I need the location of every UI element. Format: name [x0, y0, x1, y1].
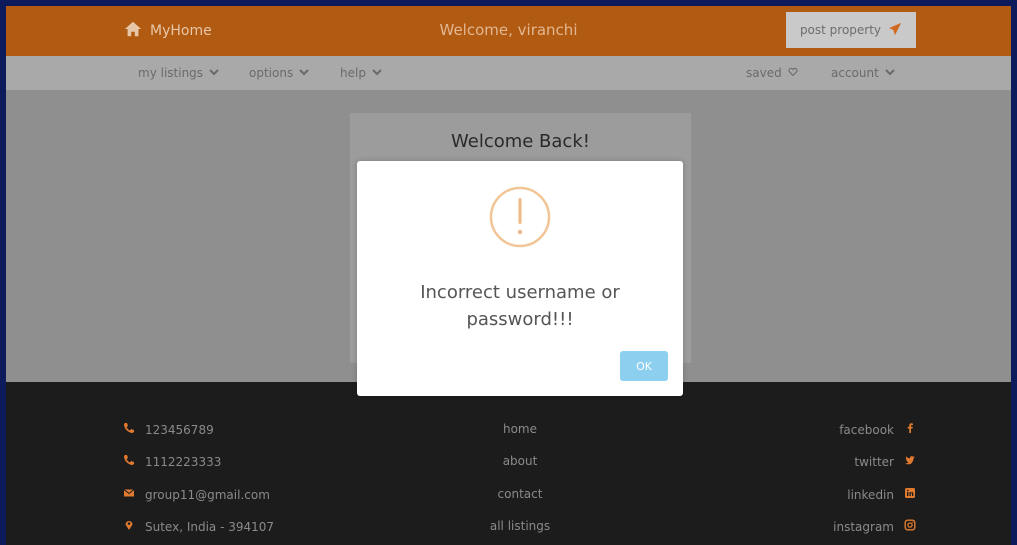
nav-saved[interactable]: saved: [746, 66, 798, 80]
footer-social-instagram-label: instagram: [833, 519, 894, 534]
footer-social-instagram[interactable]: instagram: [833, 519, 916, 534]
instagram-icon: [904, 519, 916, 534]
paper-plane-icon: [888, 22, 902, 39]
chevron-down-icon: [885, 66, 895, 80]
footer: 123456789 1112223333 group11@gmail.com S…: [6, 382, 1011, 545]
footer-social-linkedin-label: linkedin: [847, 487, 894, 502]
heart-icon: [788, 66, 798, 80]
facebook-icon: [904, 422, 916, 437]
footer-social-twitter-label: twitter: [854, 454, 894, 469]
nav-help[interactable]: help: [340, 66, 382, 80]
app-window: MyHome Welcome, viranchi post property m…: [6, 6, 1011, 545]
footer-social-twitter[interactable]: twitter: [854, 454, 916, 469]
nav-my-listings[interactable]: my listings: [138, 66, 219, 80]
error-alert-dialog: Incorrect username or password!!! OK: [357, 161, 683, 396]
nav-saved-label: saved: [746, 66, 782, 80]
nav-account[interactable]: account: [831, 66, 895, 80]
nav-my-listings-label: my listings: [138, 66, 204, 80]
post-property-label: post property: [799, 23, 882, 37]
footer-social-facebook-label: facebook: [839, 422, 894, 437]
nav-options[interactable]: options: [249, 66, 309, 80]
nav-account-label: account: [831, 66, 879, 80]
ok-button[interactable]: OK: [620, 351, 668, 381]
warning-icon: [488, 185, 552, 249]
linkedin-icon: [904, 487, 916, 502]
twitter-icon: [904, 454, 916, 469]
login-title: Welcome Back!: [451, 131, 590, 152]
post-property-button[interactable]: post property: [786, 12, 916, 48]
nav-bar: my listings options help saved account: [6, 56, 1011, 90]
error-message: Incorrect username or password!!!: [357, 279, 683, 333]
footer-social-linkedin[interactable]: linkedin: [847, 487, 916, 502]
nav-options-label: options: [249, 66, 294, 80]
nav-help-label: help: [340, 66, 366, 80]
footer-social-facebook[interactable]: facebook: [839, 422, 916, 437]
error-message-line-2: password!!!: [466, 309, 574, 330]
top-header: MyHome Welcome, viranchi post property: [6, 6, 1011, 56]
error-message-line-1: Incorrect username or: [420, 282, 620, 303]
chevron-down-icon: [372, 66, 382, 80]
chevron-down-icon: [209, 66, 219, 80]
chevron-down-icon: [299, 66, 309, 80]
